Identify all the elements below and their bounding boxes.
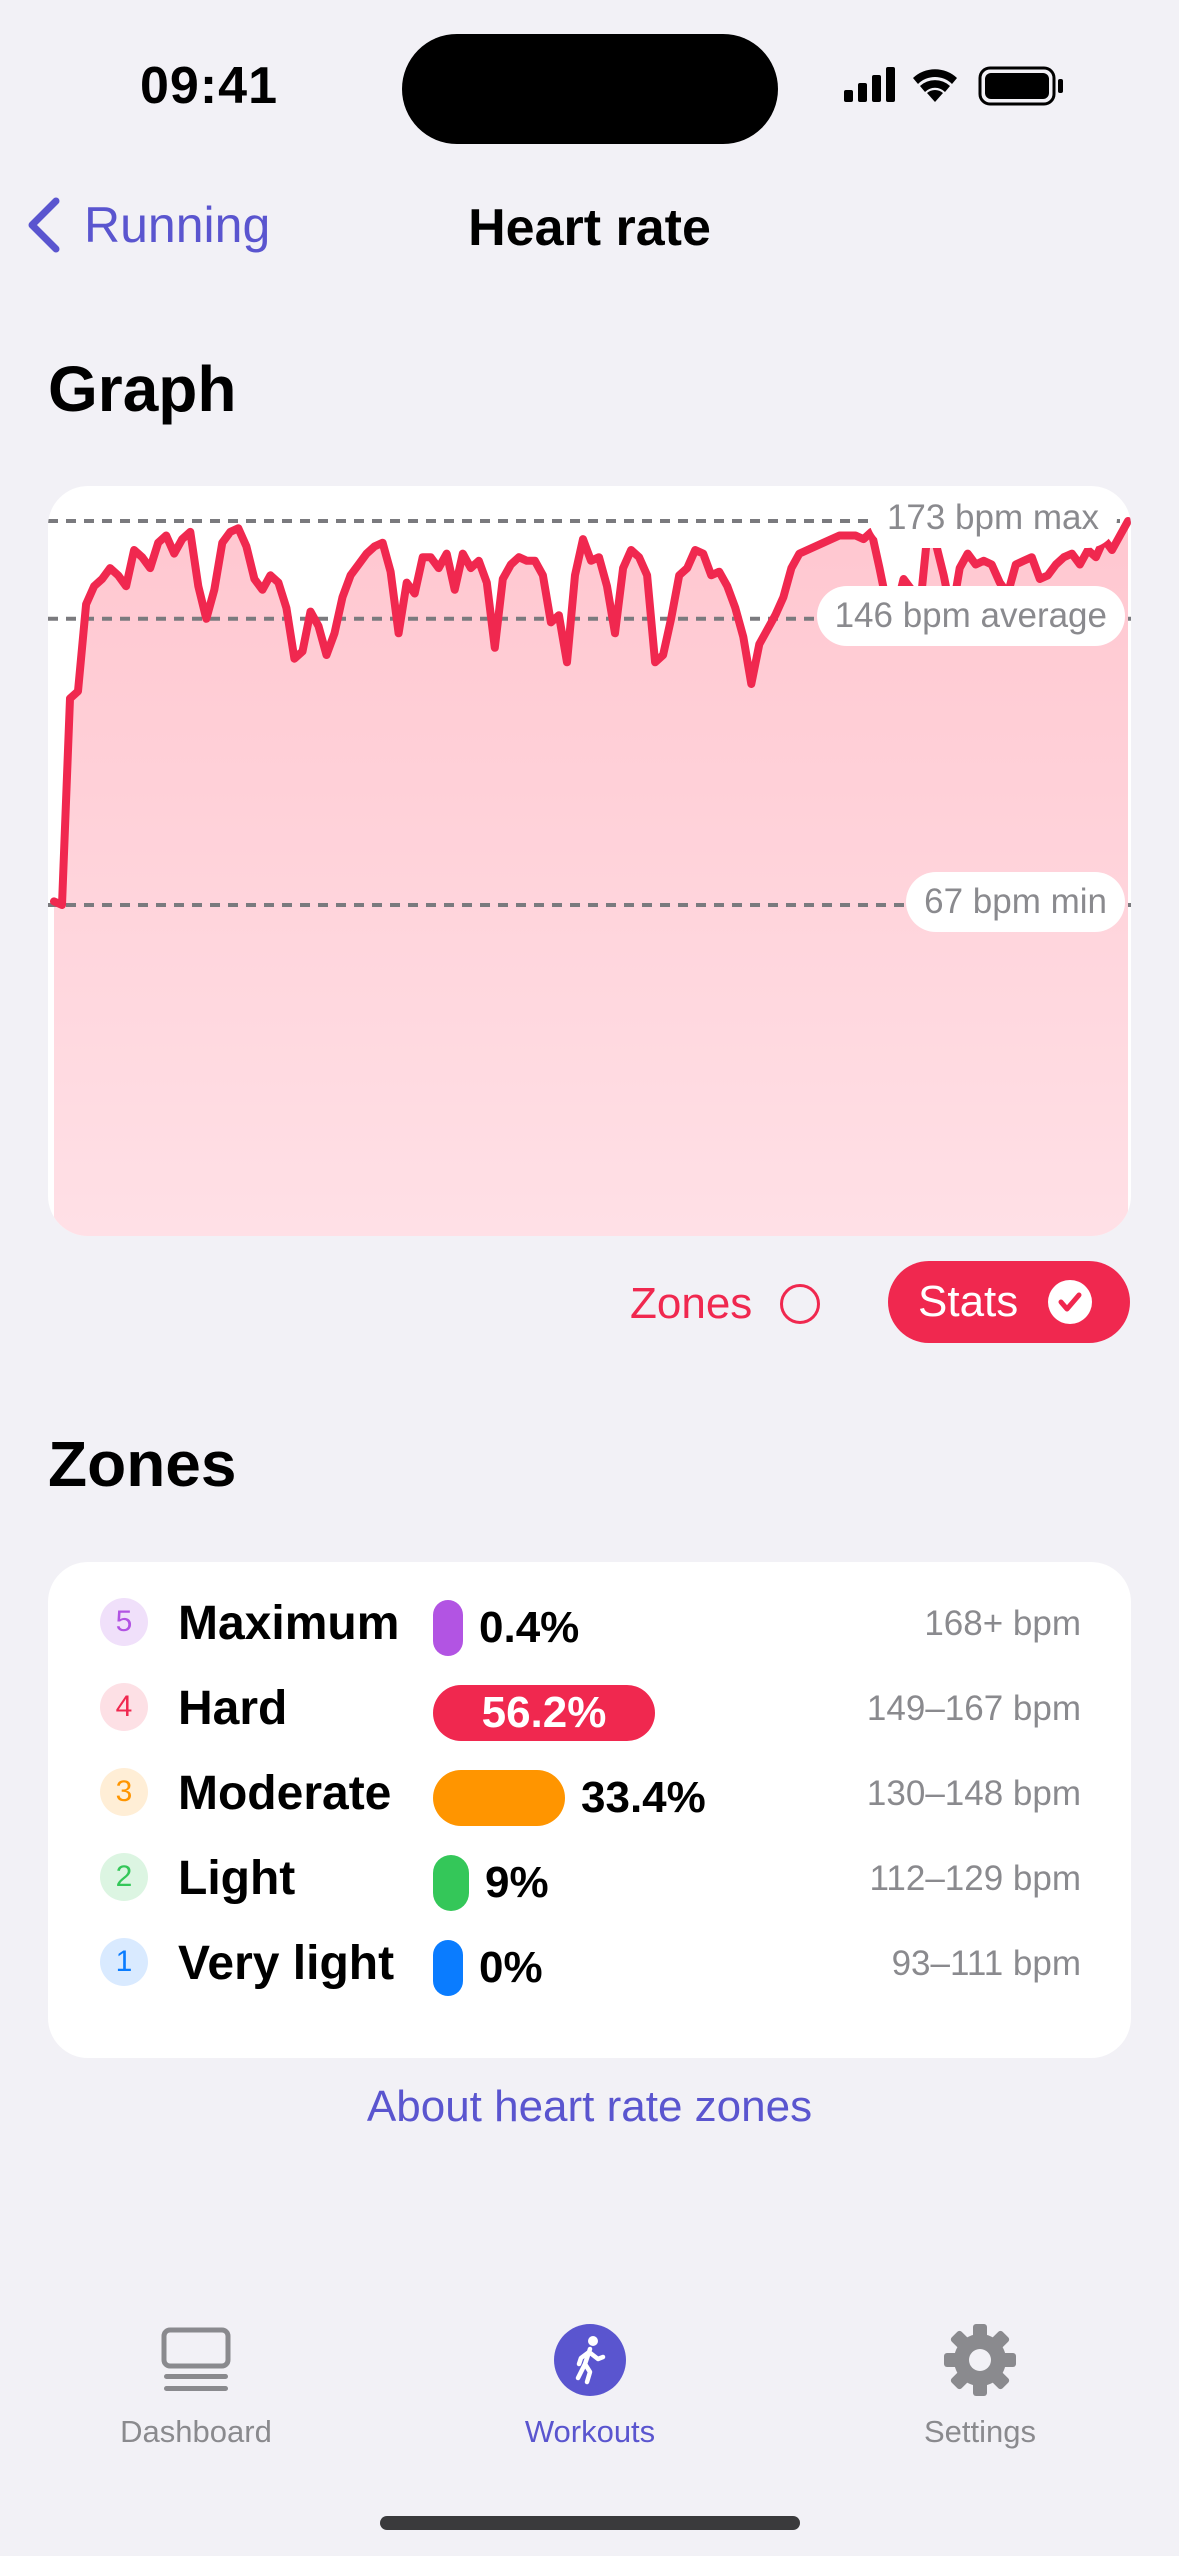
zone-range: 130–148 bpm [866,1774,1081,1813]
zone-percent-bar [433,1770,565,1826]
zone-name: Moderate [178,1767,392,1820]
zone-number-badge: 5 [100,1598,148,1646]
zone-range: 93–111 bpm [891,1944,1081,1983]
gear-icon [944,2324,1016,2396]
zone-row-maximum: 5 Maximum 0.4% 168+ bpm [48,1578,1131,1658]
zone-percent-bar [433,1855,469,1911]
zone-name: Light [178,1852,296,1905]
min-label: 67 bpm min [906,872,1125,932]
zone-percent-bar [433,1940,463,1996]
wifi-icon [913,69,957,102]
checkmark-icon [1048,1280,1093,1324]
zone-percent-bar [433,1600,463,1656]
tab-label: Dashboard [120,2414,272,2449]
zone-row-hard: 4 Hard 56.2% 149–167 bpm [48,1663,1131,1743]
heart-rate-chart: 173 bpm max 146 bpm average 67 bpm min [48,486,1131,1236]
average-label: 146 bpm average [816,585,1125,646]
about-zones-link[interactable]: About heart rate zones [0,2082,1179,2132]
tab-workouts[interactable]: Workouts [440,2320,740,2450]
dynamic-island [402,34,778,144]
zones-card: 5 Maximum 0.4% 168+ bpm 4 Hard 56.2% 149… [48,1562,1131,2058]
tab-label: Workouts [524,2414,656,2449]
stats-toggle-label: Stats [918,1277,1019,1326]
cellular-signal-icon [844,67,895,102]
zone-number-badge: 3 [100,1768,148,1816]
zone-row-moderate: 3 Moderate 33.4% 130–148 bpm [48,1748,1131,1828]
zone-number-badge: 1 [100,1938,148,1986]
zone-percent: 9% [485,1858,549,1907]
zone-percent: 0.4% [479,1603,580,1652]
zone-number-badge: 2 [100,1853,148,1901]
tab-dashboard[interactable]: Dashboard [46,2320,346,2450]
zone-range: 168+ bpm [924,1604,1081,1643]
page-title: Heart rate [468,199,711,257]
dashboard-icon [161,2327,231,2391]
stats-toggle[interactable]: Stats [888,1261,1130,1343]
zones-toggle[interactable]: Zones [620,1266,830,1342]
battery-icon [978,66,1063,106]
home-indicator [380,2516,800,2530]
zone-percent: 56.2% [481,1688,607,1737]
zone-name: Maximum [178,1597,400,1650]
tab-label: Settings [923,2414,1036,2449]
graph-heading: Graph [48,353,237,425]
zone-percent: 33.4% [581,1773,706,1822]
zones-toggle-label: Zones [630,1279,753,1328]
zone-name: Hard [178,1682,288,1735]
zone-number-badge: 4 [100,1683,148,1731]
zone-range: 149–167 bpm [866,1689,1081,1728]
zone-range: 112–129 bpm [869,1859,1081,1898]
status-time: 09:41 [140,57,278,115]
zones-heading: Zones [48,1428,237,1500]
figure-walk-icon [554,2324,626,2396]
zone-name: Very light [178,1937,395,1990]
zone-row-light: 2 Light 9% 112–129 bpm [48,1833,1131,1913]
status-icons [844,66,1063,106]
radio-empty-icon [780,1284,821,1324]
tab-settings[interactable]: Settings [830,2320,1130,2450]
max-label: 173 bpm max [868,488,1117,548]
zone-row-very-light: 1 Very light 0% 93–111 bpm [48,1918,1131,1998]
zone-percent: 0% [479,1943,543,1992]
